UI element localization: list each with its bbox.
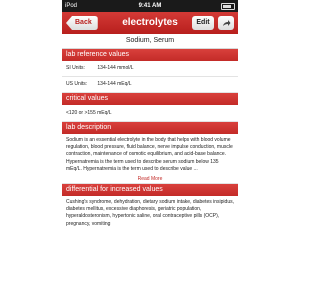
differential-text: Cushing's syndrome, dehydration, dietary… [62,196,238,230]
action-arrow-icon [223,20,231,26]
description-text: Sodium is an essential electrolyte in th… [62,134,238,176]
battery-icon [221,3,235,10]
back-button[interactable]: Back [66,16,98,30]
phone-screen: iPod 9:41 AM Back electrolytes Edit Sodi… [62,0,238,300]
read-more-link[interactable]: Read More [62,175,238,185]
reference-row-si: SI Units: 134-144 mmol/L [62,61,238,77]
reference-value: 134-144 mEq/L [97,81,132,87]
reference-key: US Units: [66,81,88,87]
item-title: Sodium, Serum [62,34,238,49]
reference-row-us: US Units: 134-144 mEq/L [62,77,238,93]
reference-key: SI Units: [66,65,85,71]
share-button[interactable] [218,16,234,30]
critical-value-row: <120 or >155 mEq/L [62,105,238,122]
edit-button[interactable]: Edit [192,16,214,30]
section-header-lab-reference: lab reference values [62,49,238,61]
clock-label: 9:41 AM [138,3,162,9]
section-header-critical: critical values [62,93,238,105]
section-header-differential: differential for increased values [62,184,238,197]
nav-bar: Back electrolytes Edit [62,12,238,34]
section-header-description: lab description [62,122,238,134]
reference-value: 134-144 mmol/L [97,65,134,71]
page-title: electrolytes [122,17,178,28]
status-bar: iPod 9:41 AM [62,0,238,12]
